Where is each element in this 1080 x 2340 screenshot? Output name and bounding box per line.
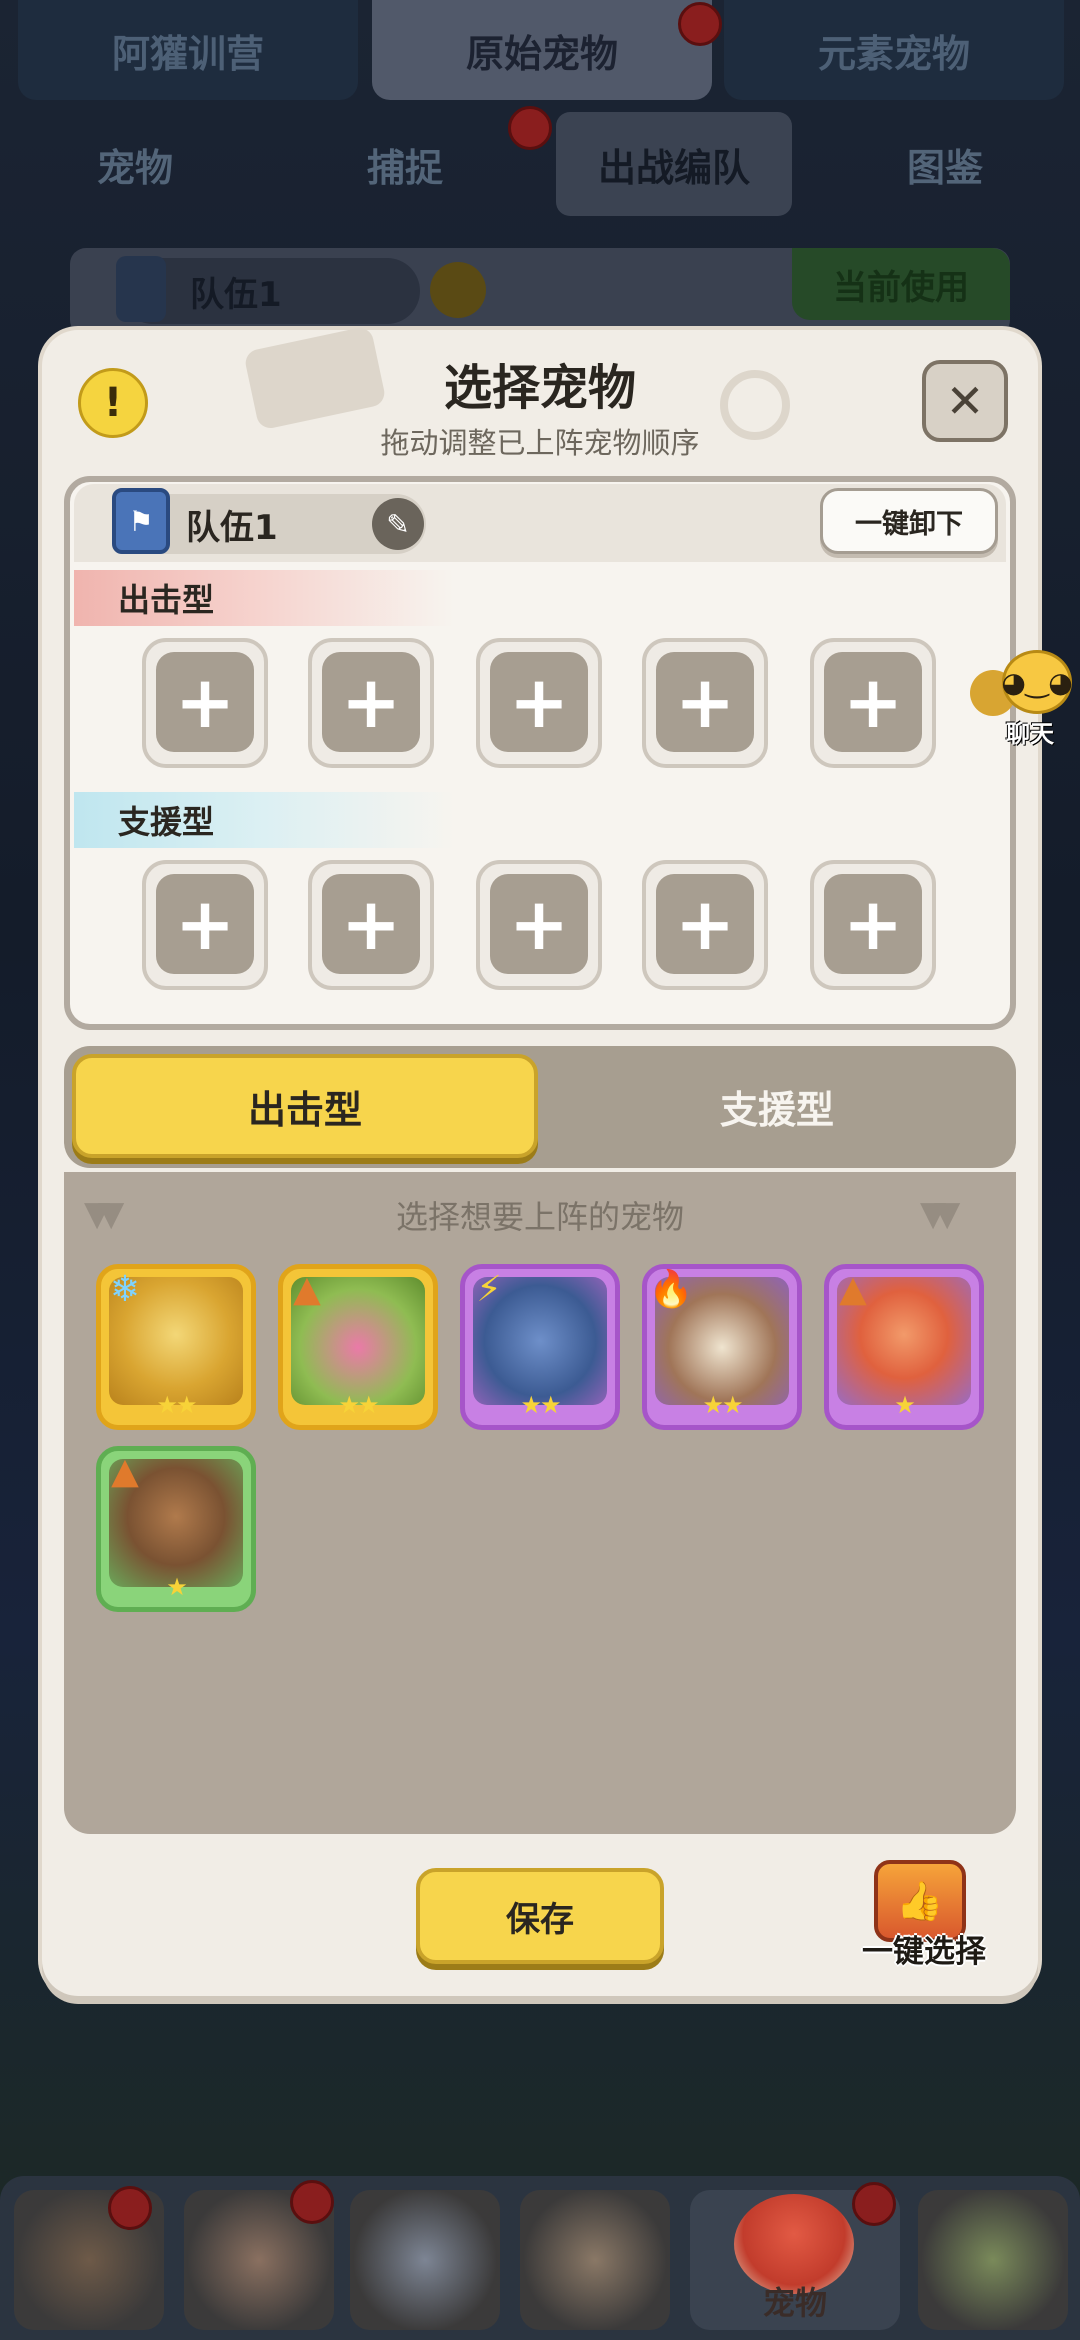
pet-stars: ★★ [702,1391,743,1419]
plus-icon: + [322,652,420,752]
pet-card-spiky-flower[interactable]: ▲ ★ [824,1264,984,1430]
chevron-down-icon: ▼▼ [920,1194,960,1234]
pet-stars: ★★ [520,1391,561,1419]
edit-icon[interactable]: ✎ [372,498,424,550]
lightning-icon: ⚡ [476,1268,502,1310]
fire-icon: 🔥 [648,1269,694,1310]
pet-card-golden-beast[interactable]: ❄ ★★ [96,1264,256,1430]
plus-icon: + [156,874,254,974]
earth-triangle-icon: ▲ [111,1450,139,1492]
plus-icon: + [824,874,922,974]
top-tab-training[interactable]: 阿獾训营 [18,0,358,100]
bell-icon [108,2186,152,2230]
modal-title: 选择宠物 [443,360,636,416]
pet-card-blue-dragon[interactable]: ⚡ ★★ [460,1264,620,1430]
tab-attack-type[interactable]: 出击型 [72,1054,538,1158]
current-use-badge: 当前使用 [792,248,1010,320]
attack-slot[interactable]: + [142,638,268,768]
earth-triangle-icon: ▲ [293,1268,321,1310]
attack-slot[interactable]: + [642,638,768,768]
attack-slot[interactable]: + [476,638,602,768]
support-slot[interactable]: + [810,860,936,990]
sub-tab-collection[interactable]: 图鉴 [830,112,1060,216]
unload-all-button[interactable]: 一键卸下 [820,488,998,554]
bell-icon [852,2182,896,2226]
plus-icon: + [656,874,754,974]
plus-icon: + [490,652,588,752]
close-icon: ✕ [945,374,985,428]
edit-icon [430,262,486,318]
pet-stars: ★★ [338,1391,379,1419]
sub-tab-battle-team[interactable]: 出战编队 [556,112,792,216]
flag-icon: ⚑ [112,488,170,554]
plus-icon: + [156,652,254,752]
chat-face-icon: ◕‿◕ [1001,650,1073,714]
bell-icon [508,106,552,150]
top-tab-element-pets[interactable]: 元素宠物 [724,0,1064,100]
close-button[interactable]: ✕ [922,360,1008,442]
attack-slot[interactable]: + [308,638,434,768]
snowflake-icon: ❄ [109,1268,141,1310]
plus-icon: + [322,874,420,974]
sub-tab-pets[interactable]: 宠物 [20,112,250,216]
auto-select-button[interactable]: 👍 一键选择 [852,1860,992,1970]
pet-stars: ★ [894,1391,916,1419]
nav-pets-label: 宠物 [762,2284,827,2322]
pet-card-beaver[interactable]: ▲ ★ [96,1446,256,1612]
nav-item-weapon[interactable] [350,2190,500,2330]
bell-icon [290,2180,334,2224]
earth-triangle-icon: ▲ [839,1268,867,1310]
pet-card-flytrap[interactable]: ▲ ★★ [278,1264,438,1430]
chat-button[interactable]: ◕‿◕ 聊天 [968,650,1076,748]
nav-item-building[interactable] [918,2190,1068,2330]
top-tab-primitive-pets[interactable]: 原始宠物 [372,0,712,100]
bell-icon [678,2,722,46]
support-category-label: 支援型 [74,792,454,848]
pet-stars: ★★ [156,1391,197,1419]
support-slot[interactable]: + [142,860,268,990]
nav-item-character[interactable] [520,2190,670,2330]
pet-card-rock-monster[interactable]: 🔥 ★★ [642,1264,802,1430]
pick-hint: 选择想要上阵的宠物 [395,1198,684,1236]
plus-icon: + [490,874,588,974]
attack-slot[interactable]: + [810,638,936,768]
pet-stars: ★ [166,1573,188,1601]
save-button[interactable]: 保存 [416,1868,664,1964]
chat-label: 聊天 [1006,720,1054,748]
flag-icon [116,256,166,322]
auto-select-label: 一键选择 [862,1934,986,1970]
support-slot[interactable]: + [308,860,434,990]
support-slot[interactable]: + [476,860,602,990]
support-slot[interactable]: + [642,860,768,990]
tab-support-type[interactable]: 支援型 [546,1054,1008,1158]
attack-category-label: 出击型 [74,570,454,626]
plus-icon: + [656,652,754,752]
modal-subtitle: 拖动调整已上阵宠物顺序 [380,426,700,460]
sub-tab-capture[interactable]: 捕捉 [290,112,520,216]
plus-icon: + [824,652,922,752]
